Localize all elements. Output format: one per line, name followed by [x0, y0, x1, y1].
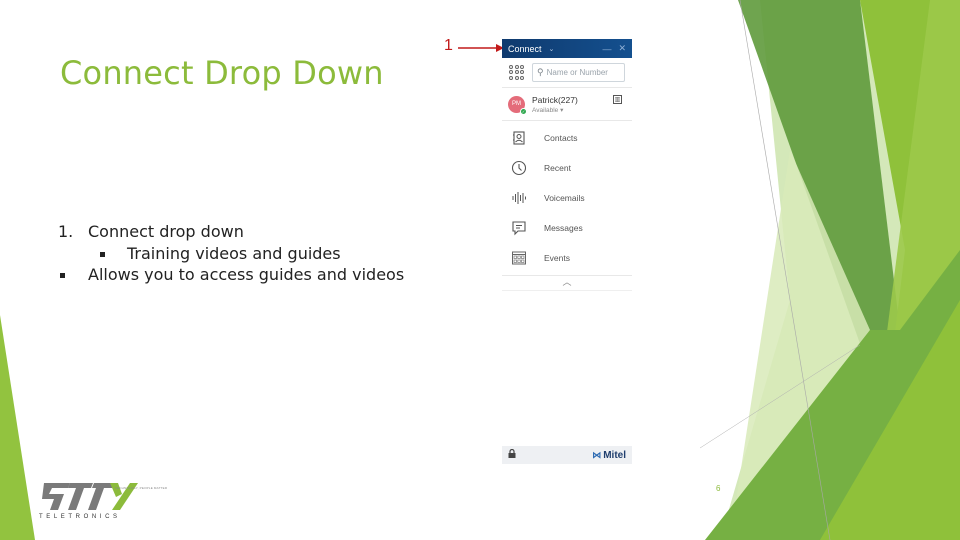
connect-dropdown-button[interactable]: Connect [508, 44, 542, 54]
bullet-text: Connect drop down [88, 222, 244, 241]
callout-number: 1 [444, 37, 453, 54]
bullet-text: Training videos and guides [127, 243, 341, 263]
bullet-item: Allows you to access guides and videos [58, 264, 404, 286]
bullet-item: 1. Connect drop down [58, 221, 404, 243]
minimize-icon[interactable]: — [602, 44, 611, 54]
callout-arrow-icon [458, 44, 504, 52]
search-icon: ⚲ [537, 67, 544, 77]
nav-item-recent[interactable]: Recent [502, 153, 632, 183]
bullet-number: 1. [58, 222, 74, 241]
status-dropdown[interactable]: Available ▾ [532, 106, 578, 114]
square-bullet-icon [100, 251, 105, 257]
available-check-icon: ✓ [520, 107, 527, 115]
chevron-down-icon[interactable]: ⌄ [549, 45, 555, 53]
nav-item-contacts[interactable]: Contacts [502, 123, 632, 153]
collapse-chevron-up-icon[interactable]: ︿ [502, 275, 632, 291]
search-row: ⚲ Name or Number [502, 58, 632, 88]
dialpad-icon[interactable] [509, 64, 525, 81]
avatar: PM ✓ [508, 95, 527, 115]
square-bullet-icon [60, 273, 65, 278]
avatar-initials: PM [512, 101, 521, 107]
user-presence-row[interactable]: PM ✓ Patrick(227) Available ▾ ▥ [502, 88, 632, 121]
voicemail-icon [510, 189, 528, 207]
panel-header: Connect ⌄ — ✕ [502, 39, 632, 58]
bullet-list: 1. Connect drop down Training videos and … [58, 221, 404, 286]
slide-title: Connect Drop Down [60, 54, 384, 92]
phone-directory-icon[interactable]: ▥ [613, 95, 622, 104]
logo-subtitle: TELETRONICS [39, 514, 121, 520]
nav-item-messages[interactable]: Messages [502, 213, 632, 243]
nav-label: Recent [544, 163, 571, 173]
nav-item-events[interactable]: Events [502, 243, 632, 273]
nav-label: Contacts [544, 133, 578, 143]
clock-icon [510, 159, 528, 177]
mitel-logo: ⋈ Mitel [592, 450, 626, 461]
mitel-brand-text: Mitel [603, 449, 626, 461]
message-icon [510, 219, 528, 237]
calendar-icon [510, 249, 528, 267]
search-placeholder: Name or Number [546, 68, 608, 77]
logo-tagline: TECHNOLOGY, PEOPLE MATTER [115, 486, 168, 490]
nav-label: Voicemails [544, 193, 585, 203]
nav-item-voicemails[interactable]: Voicemails [502, 183, 632, 213]
left-green-wedge [0, 315, 35, 540]
bullet-text: Allows you to access guides and videos [88, 265, 405, 284]
mitel-logo-icon: ⋈ [592, 449, 602, 460]
page-number: 6 [716, 484, 721, 493]
contacts-icon [510, 129, 528, 147]
search-input[interactable]: ⚲ Name or Number [532, 63, 625, 82]
lock-icon[interactable] [508, 448, 516, 461]
nav-label: Messages [544, 223, 583, 233]
user-name: Patrick(227) [532, 94, 578, 105]
nav-label: Events [544, 253, 570, 263]
connect-panel: Connect ⌄ — ✕ ⚲ Name or Number PM ✓ Patr… [502, 39, 632, 464]
close-icon[interactable]: ✕ [618, 43, 626, 54]
panel-footer: ⋈ Mitel [502, 446, 632, 464]
bullet-item: Training videos and guides [58, 243, 404, 265]
